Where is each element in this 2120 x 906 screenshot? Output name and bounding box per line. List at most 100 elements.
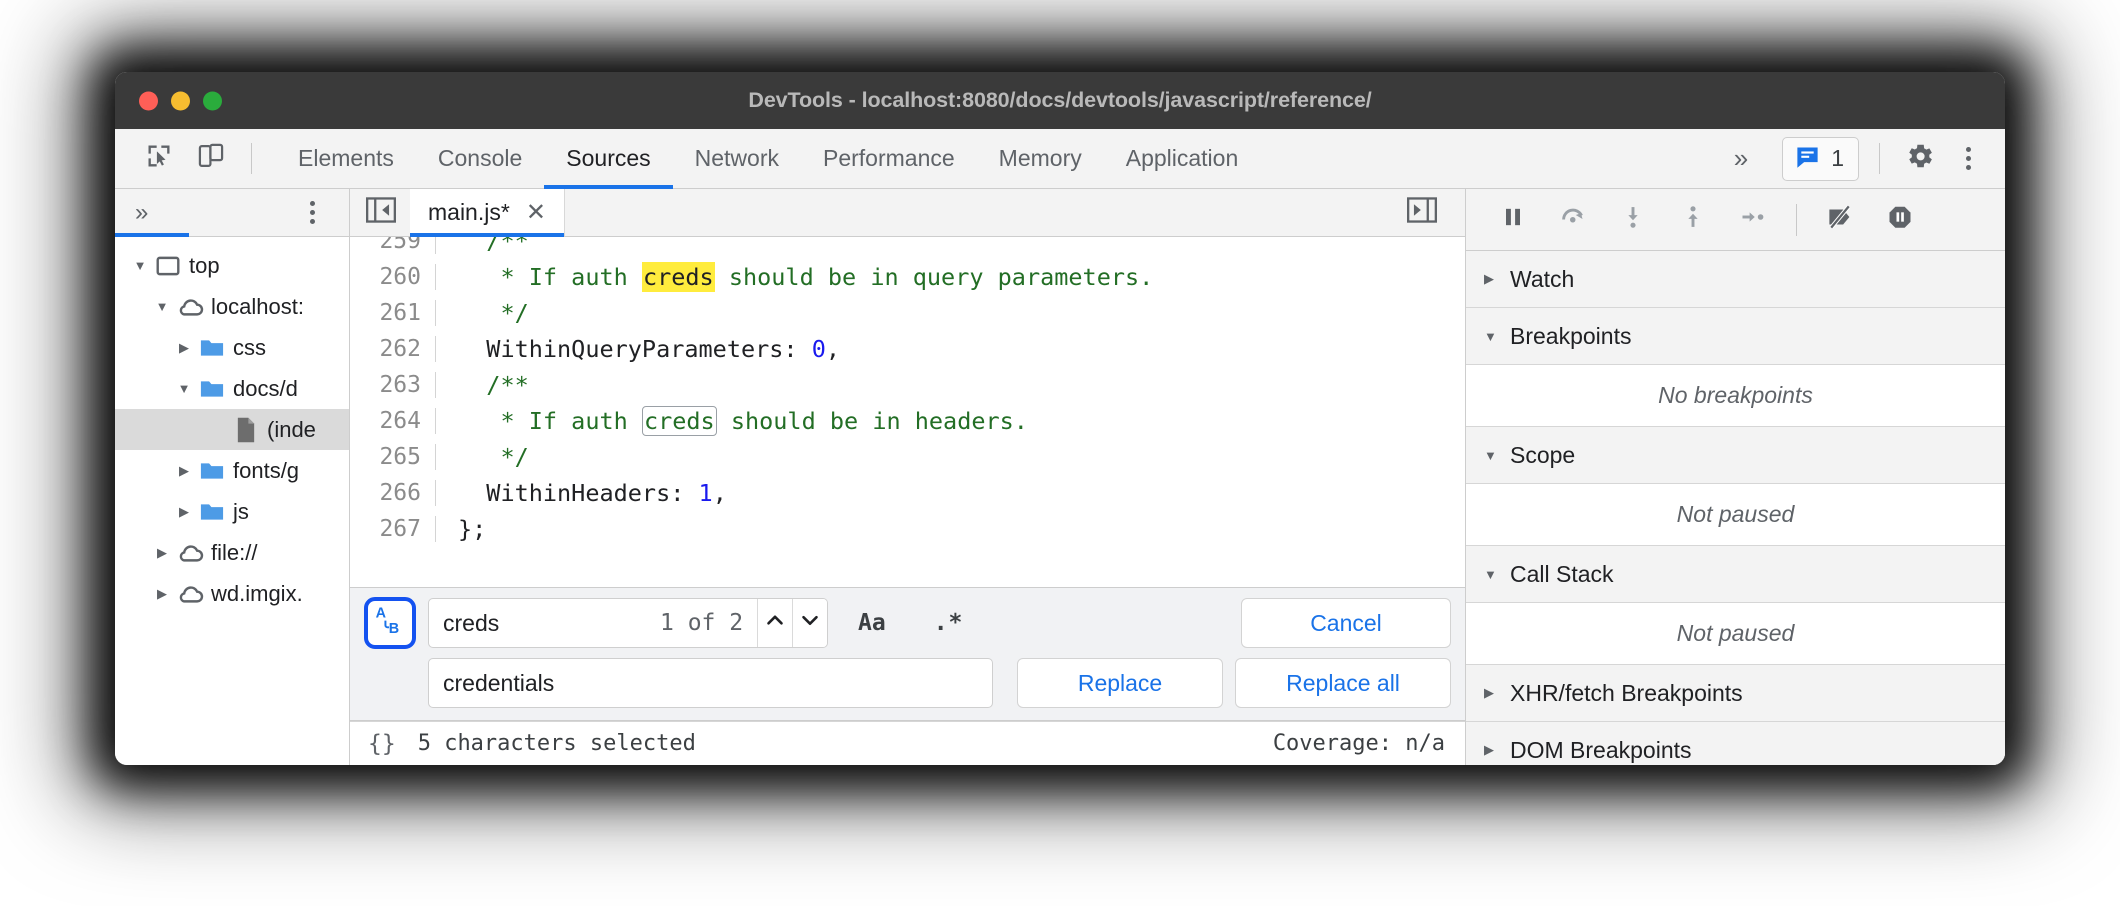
pretty-print-braces-icon[interactable]: {} — [368, 731, 396, 757]
show-navigator-button[interactable] — [362, 198, 400, 228]
navigator-menu-button[interactable] — [294, 201, 331, 224]
section-call-stack[interactable]: ▼ Call Stack — [1466, 546, 2005, 603]
file-icon — [229, 416, 263, 444]
main-menu-button[interactable] — [1950, 147, 1987, 170]
navigator-more-tabs-button[interactable]: » — [135, 201, 148, 225]
code-line: 265 */ — [350, 439, 1465, 475]
line-content: * If auth creds should be in query param… — [436, 263, 1153, 291]
tab-performance[interactable]: Performance — [801, 129, 977, 188]
tree-item-localhost[interactable]: localhost: — [115, 286, 349, 327]
find-next-button[interactable] — [792, 599, 827, 647]
tab-elements-label: Elements — [298, 145, 394, 172]
close-window-button[interactable] — [139, 91, 158, 110]
folder-icon — [195, 498, 229, 526]
replace-row: Replace Replace all — [364, 658, 1451, 708]
debugger-controls-toolbar — [1466, 189, 2005, 251]
window-title: DevTools - localhost:8080/docs/devtools/… — [115, 88, 2005, 113]
tree-item-docs[interactable]: docs/d — [115, 368, 349, 409]
find-input-wrapper: 1 of 2 — [428, 598, 828, 648]
editor-file-tab[interactable]: main.js* ✕ — [410, 189, 565, 236]
code-comment: * If auth — [458, 407, 642, 435]
step-into-button[interactable] — [1606, 198, 1660, 242]
coverage-status-text: Coverage: n/a — [1273, 731, 1445, 756]
match-case-button[interactable]: Aa — [840, 610, 904, 636]
code-comment: /** — [458, 371, 529, 399]
tab-console[interactable]: Console — [416, 129, 544, 188]
more-panels-button[interactable]: » — [1710, 129, 1772, 188]
section-dom-breakpoints[interactable]: ▶ DOM Breakpoints — [1466, 722, 2005, 765]
toggle-replace-button[interactable]: A B — [364, 597, 416, 649]
toggle-device-toolbar-button[interactable] — [185, 129, 237, 188]
replace-button[interactable]: Replace — [1017, 658, 1223, 708]
tab-network[interactable]: Network — [673, 129, 801, 188]
inspect-element-button[interactable] — [133, 129, 185, 188]
gear-icon — [1905, 141, 1935, 176]
screenshot-root: DevTools - localhost:8080/docs/devtools/… — [0, 0, 2120, 906]
chevron-right-icon: ▶ — [1484, 742, 1510, 758]
code-comment: /** — [458, 237, 529, 255]
tab-memory[interactable]: Memory — [977, 129, 1104, 188]
match-count-label: 1 of 2 — [654, 610, 757, 636]
section-dom-label: DOM Breakpoints — [1510, 737, 1692, 764]
tree-item-js[interactable]: js — [115, 491, 349, 532]
tab-application[interactable]: Application — [1104, 129, 1261, 188]
cloud-icon — [173, 579, 207, 608]
use-regex-button[interactable]: .* — [916, 610, 982, 636]
tree-item-label: localhost: — [211, 294, 304, 320]
tree-item-index[interactable]: (inde — [115, 409, 349, 450]
chevron-down-icon[interactable] — [129, 258, 151, 273]
chevron-double-right-icon: » — [1734, 143, 1748, 174]
step-out-button[interactable] — [1666, 198, 1720, 242]
call-stack-empty-text: Not paused — [1466, 603, 2005, 665]
search-match: creds — [642, 406, 717, 436]
search-input[interactable] — [429, 599, 654, 647]
line-content: */ — [436, 299, 529, 327]
section-breakpoints-label: Breakpoints — [1510, 323, 1631, 350]
debugger-sidebar: ▶ Watch ▼ Breakpoints No breakpoints ▼ S… — [1465, 189, 2005, 765]
code-comment: */ — [458, 299, 529, 327]
section-watch[interactable]: ▶ Watch — [1466, 251, 2005, 308]
tree-item-wd-imgix[interactable]: wd.imgix. — [115, 573, 349, 614]
replace-input[interactable] — [429, 659, 992, 707]
chevron-right-icon[interactable] — [173, 340, 195, 356]
tree-item-top[interactable]: top — [115, 245, 349, 286]
chevron-down-icon[interactable] — [151, 299, 173, 314]
close-icon[interactable]: ✕ — [526, 201, 546, 225]
section-breakpoints[interactable]: ▼ Breakpoints — [1466, 308, 2005, 365]
tree-item-label: file:// — [211, 540, 257, 566]
inspect-cursor-icon — [145, 142, 173, 175]
tab-elements[interactable]: Elements — [276, 129, 416, 188]
pause-on-exceptions-button[interactable] — [1873, 198, 1927, 242]
console-messages-badge[interactable]: 1 — [1782, 137, 1859, 181]
tree-item-fonts[interactable]: fonts/g — [115, 450, 349, 491]
tab-sources[interactable]: Sources — [544, 129, 672, 188]
minimize-window-button[interactable] — [171, 91, 190, 110]
frame-icon — [151, 253, 185, 279]
step-icon — [1739, 203, 1767, 236]
tree-item-css[interactable]: css — [115, 327, 349, 368]
tree-item-file-protocol[interactable]: file:// — [115, 532, 349, 573]
settings-button[interactable] — [1894, 141, 1946, 176]
line-content: /** — [436, 237, 529, 255]
replace-all-button[interactable]: Replace all — [1235, 658, 1451, 708]
code-line: 262 WithinQueryParameters: 0, — [350, 331, 1465, 367]
cancel-button[interactable]: Cancel — [1241, 598, 1451, 648]
section-xhr-fetch-breakpoints[interactable]: ▶ XHR/fetch Breakpoints — [1466, 665, 2005, 722]
maximize-window-button[interactable] — [203, 91, 222, 110]
chevron-right-icon[interactable] — [151, 586, 173, 602]
code-editor[interactable]: 259 /** 260 * If auth creds should be in… — [350, 237, 1465, 765]
step-over-button[interactable] — [1546, 198, 1600, 242]
step-button[interactable] — [1726, 198, 1780, 242]
section-scope[interactable]: ▼ Scope — [1466, 427, 2005, 484]
chevron-right-icon[interactable] — [173, 463, 195, 479]
chevron-right-icon[interactable] — [151, 545, 173, 561]
pause-script-execution-button[interactable] — [1486, 198, 1540, 242]
chevron-right-icon[interactable] — [173, 504, 195, 520]
tree-item-label: wd.imgix. — [211, 581, 303, 607]
find-previous-button[interactable] — [757, 599, 792, 647]
toolbar-right-group: » 1 — [1710, 129, 2005, 188]
folder-icon — [195, 334, 229, 362]
chevron-down-icon[interactable] — [173, 381, 195, 396]
show-debugger-button[interactable] — [1403, 198, 1441, 228]
deactivate-breakpoints-button[interactable] — [1813, 198, 1867, 242]
